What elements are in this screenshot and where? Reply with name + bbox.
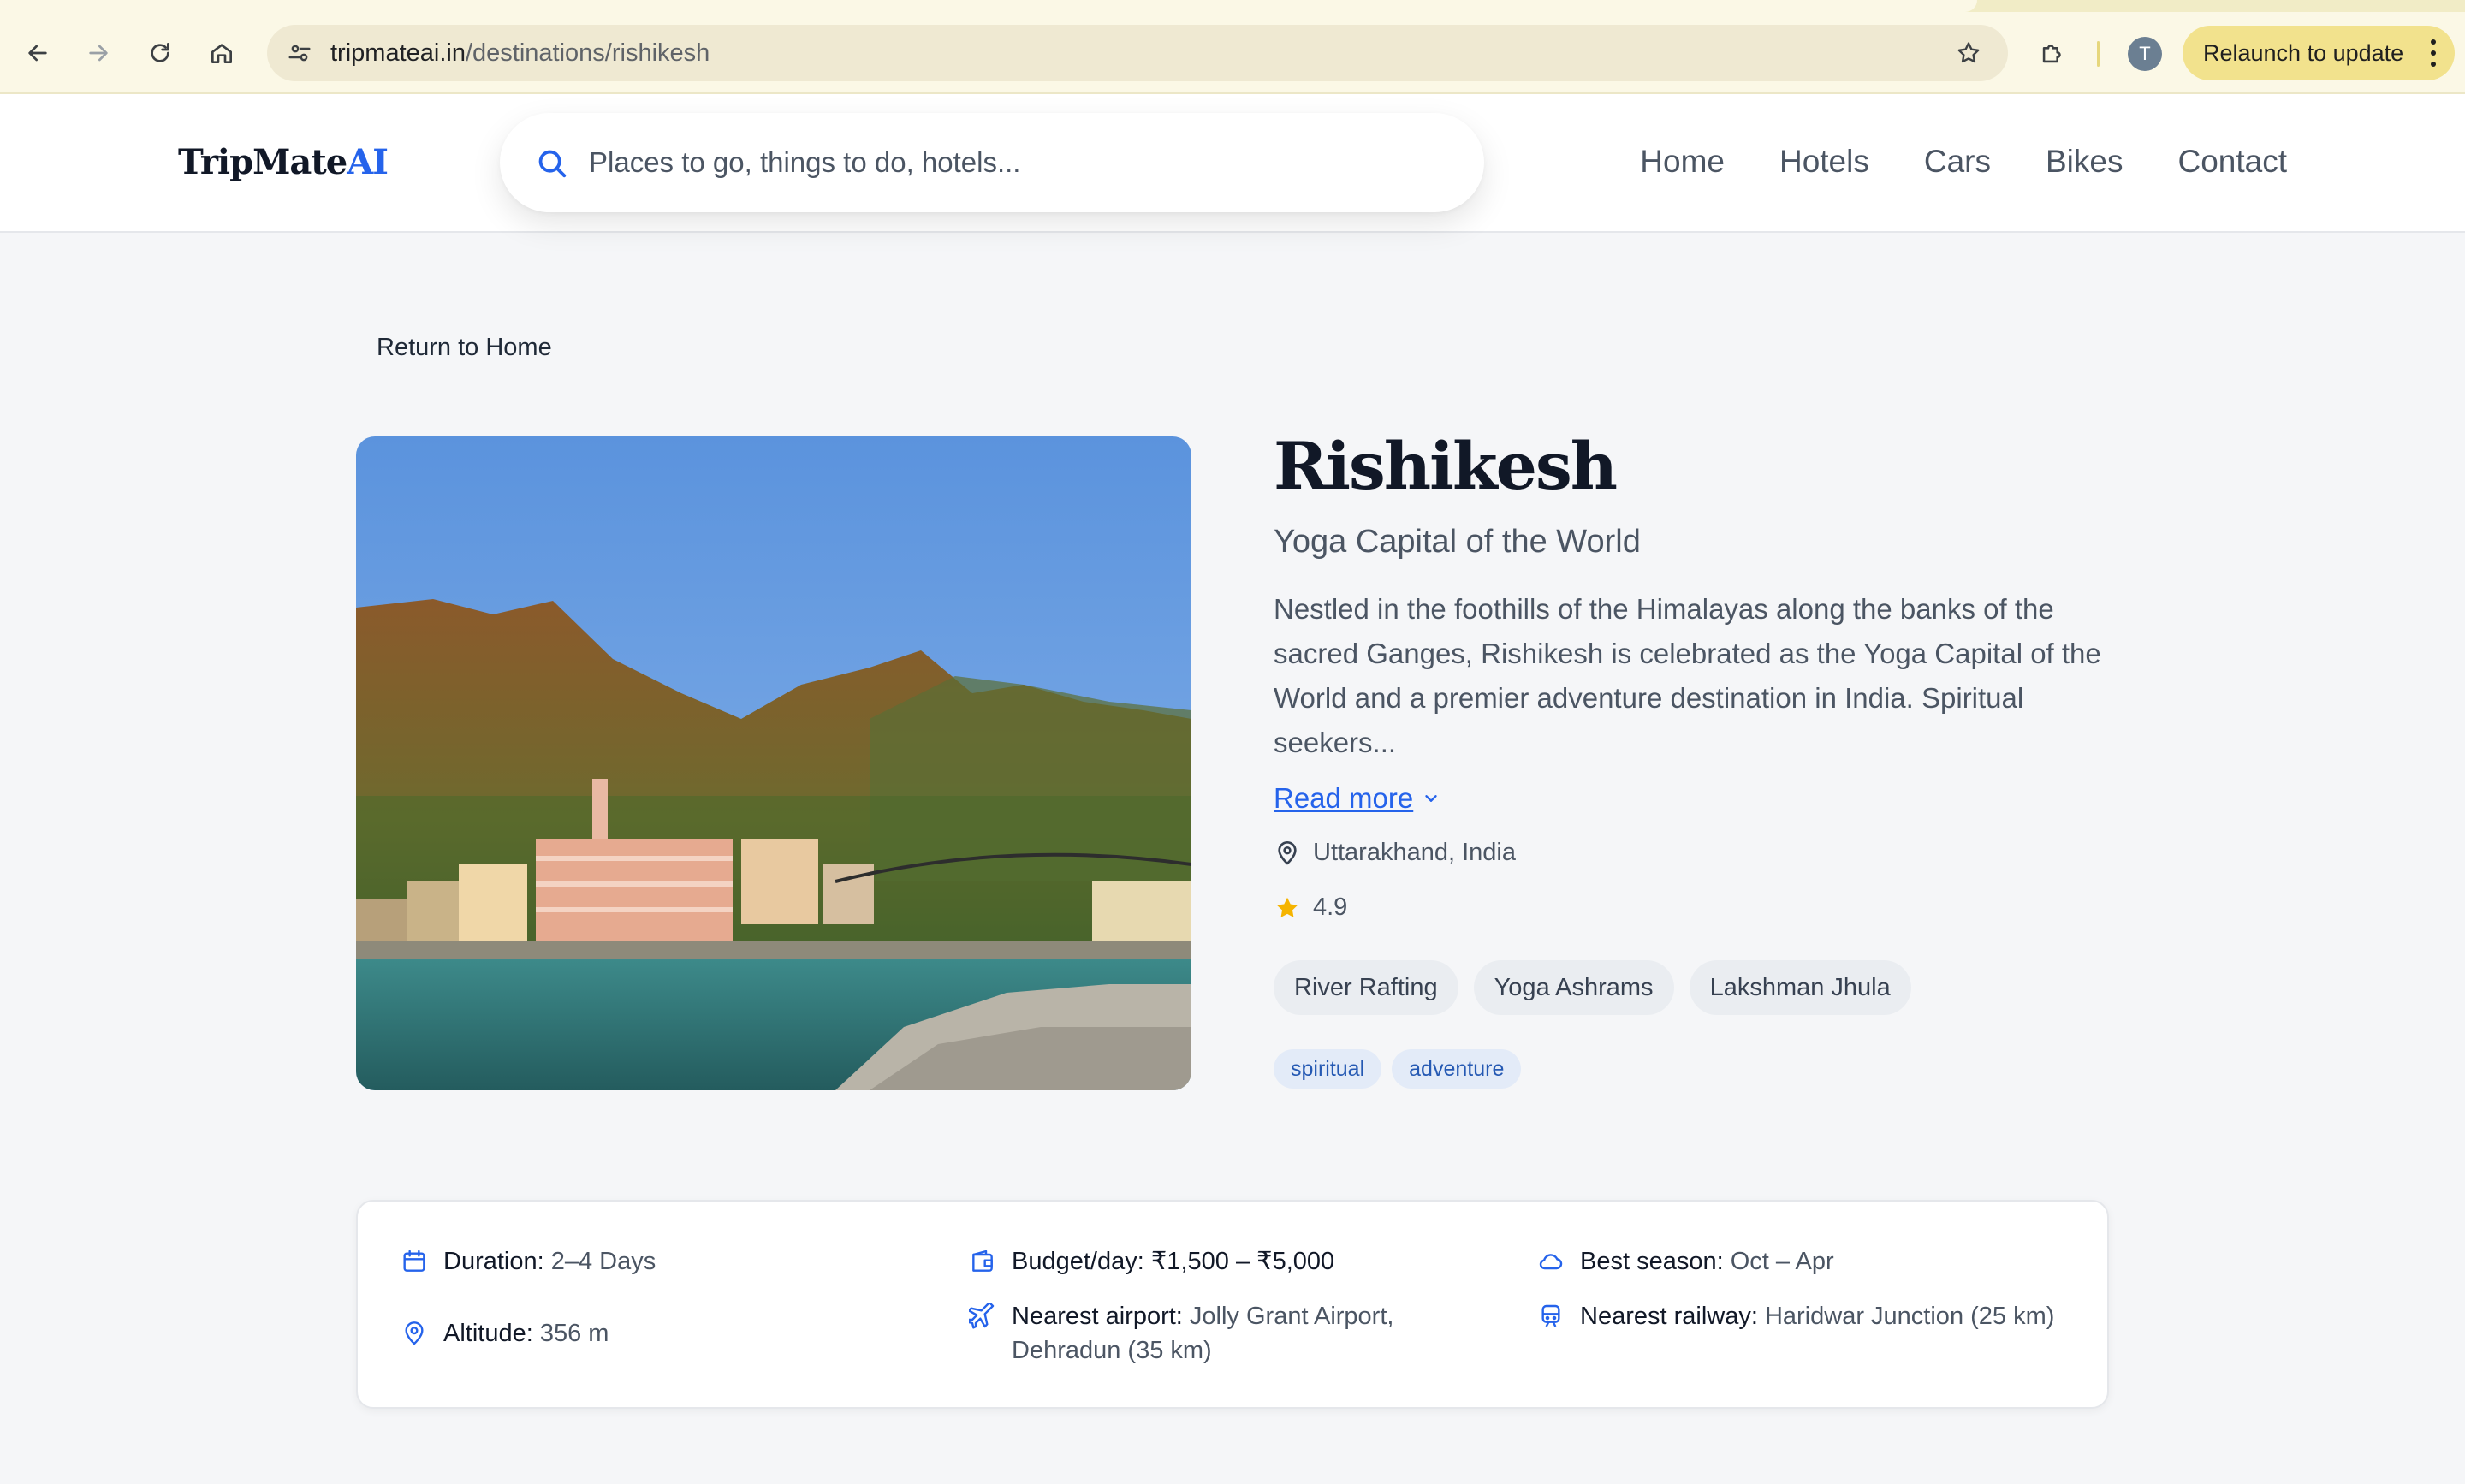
more-vert-icon[interactable]	[2431, 39, 2436, 67]
duration-label: Duration:	[443, 1248, 544, 1275]
nav-contact[interactable]: Contact	[2177, 144, 2287, 180]
plane-icon	[969, 1303, 995, 1329]
logo-accent: AI	[347, 142, 389, 182]
destination-location: Uttarakhand, India	[1274, 839, 1516, 867]
calendar-icon	[403, 1250, 425, 1272]
tab-strip	[0, 0, 2465, 12]
info-airport: Nearest airport: Jolly Grant Airport, De…	[969, 1299, 1474, 1368]
read-more-label: Read more	[1274, 782, 1414, 814]
nav-cars[interactable]: Cars	[1924, 144, 1991, 180]
main-nav: Home Hotels Cars Bikes Contact	[1640, 144, 2287, 180]
reload-button[interactable]	[140, 33, 181, 74]
relaunch-button[interactable]: Relaunch to update	[2183, 26, 2455, 80]
info-season: Best season: Oct – Apr	[1537, 1244, 2059, 1279]
cloud-icon	[1539, 1254, 1563, 1270]
read-more-link[interactable]: Read more	[1274, 782, 1440, 815]
destination-photo	[356, 436, 1191, 1090]
star-icon	[1276, 897, 1298, 917]
train-icon	[1541, 1304, 1560, 1327]
budget-label: Budget/day:	[1012, 1248, 1144, 1275]
map-pin-icon	[405, 1321, 424, 1345]
return-home-link[interactable]: Return to Home	[377, 334, 552, 362]
nav-home[interactable]: Home	[1640, 144, 1725, 180]
site-logo[interactable]: TripMateAI	[178, 142, 389, 182]
logo-main: TripMate	[178, 142, 347, 182]
search-icon	[538, 150, 567, 178]
url-path: /destinations/rishikesh	[465, 39, 710, 67]
season-value: Oct – Apr	[1730, 1248, 1834, 1275]
wallet-icon	[972, 1250, 993, 1272]
highlights-list: River Rafting Yoga Ashrams Lakshman Jhul…	[1274, 960, 1911, 1015]
info-budget: Budget/day: ₹1,500 – ₹5,000	[969, 1244, 1491, 1279]
tags-list: spiritual adventure	[1274, 1049, 1522, 1089]
info-altitude: Altitude: 356 m	[401, 1316, 923, 1350]
airport-label: Nearest airport:	[1012, 1303, 1183, 1330]
destination-rating: 4.9	[1274, 893, 1347, 922]
forward-button[interactable]	[78, 33, 119, 74]
reload-icon	[151, 43, 169, 62]
destination-description: Nestled in the foothills of the Himalaya…	[1274, 593, 2101, 758]
nav-hotels[interactable]: Hotels	[1779, 144, 1869, 180]
home-button[interactable]	[201, 33, 242, 74]
location-text: Uttarakhand, India	[1313, 839, 1516, 866]
site-header: TripMateAI Home Hotels Cars Bikes Contac…	[0, 94, 2465, 233]
browser-toolbar: tripmateai.in/destinations/rishikesh T R…	[0, 0, 2465, 94]
search-input[interactable]	[589, 139, 1445, 187]
rating-value: 4.9	[1313, 893, 1348, 921]
map-pin-icon	[1278, 840, 1297, 864]
highlight-chip: River Rafting	[1274, 960, 1458, 1015]
arrow-left-icon	[28, 45, 47, 62]
toolbar-divider	[2097, 41, 2100, 67]
profile-avatar[interactable]: T	[2128, 37, 2162, 71]
address-bar[interactable]: tripmateai.in/destinations/rishikesh	[267, 25, 2008, 81]
altitude-label: Altitude:	[443, 1320, 533, 1347]
budget-value: ₹1,500 – ₹5,000	[1150, 1248, 1335, 1275]
season-label: Best season:	[1580, 1248, 1724, 1275]
extensions-button[interactable]	[2032, 33, 2073, 74]
relaunch-label: Relaunch to update	[2203, 39, 2404, 66]
destination-title: Rishikesh	[1274, 428, 1618, 504]
duration-value: 2–4 Days	[550, 1248, 656, 1275]
tag-badge: spiritual	[1274, 1049, 1382, 1089]
chevron-down-icon	[1425, 795, 1437, 802]
altitude-value: 356 m	[539, 1320, 609, 1347]
arrow-right-icon	[89, 45, 108, 62]
info-duration: Duration: 2–4 Days	[401, 1244, 923, 1279]
highlight-chip: Lakshman Jhula	[1689, 960, 1911, 1015]
trip-info-card: Duration: 2–4 Days Budget/day: ₹1,500 – …	[356, 1200, 2109, 1409]
info-railway: Nearest railway: Haridwar Junction (25 k…	[1537, 1299, 2059, 1333]
back-button[interactable]	[17, 33, 58, 74]
puzzle-icon	[2042, 45, 2061, 63]
search-box	[500, 113, 1484, 212]
highlight-chip: Yoga Ashrams	[1473, 960, 1674, 1015]
railway-label: Nearest railway:	[1580, 1303, 1758, 1330]
railway-value: Haridwar Junction (25 km)	[1764, 1303, 2055, 1330]
url-text[interactable]: tripmateai.in/destinations/rishikesh	[330, 39, 710, 68]
url-host: tripmateai.in	[330, 39, 466, 67]
tag-badge: adventure	[1392, 1049, 1522, 1089]
site-info-icon[interactable]	[282, 36, 317, 70]
nav-bikes[interactable]: Bikes	[2046, 144, 2123, 180]
destination-subtitle: Yoga Capital of the World	[1274, 524, 1641, 560]
bookmark-star-icon[interactable]	[1951, 36, 1986, 70]
home-icon	[211, 44, 232, 63]
